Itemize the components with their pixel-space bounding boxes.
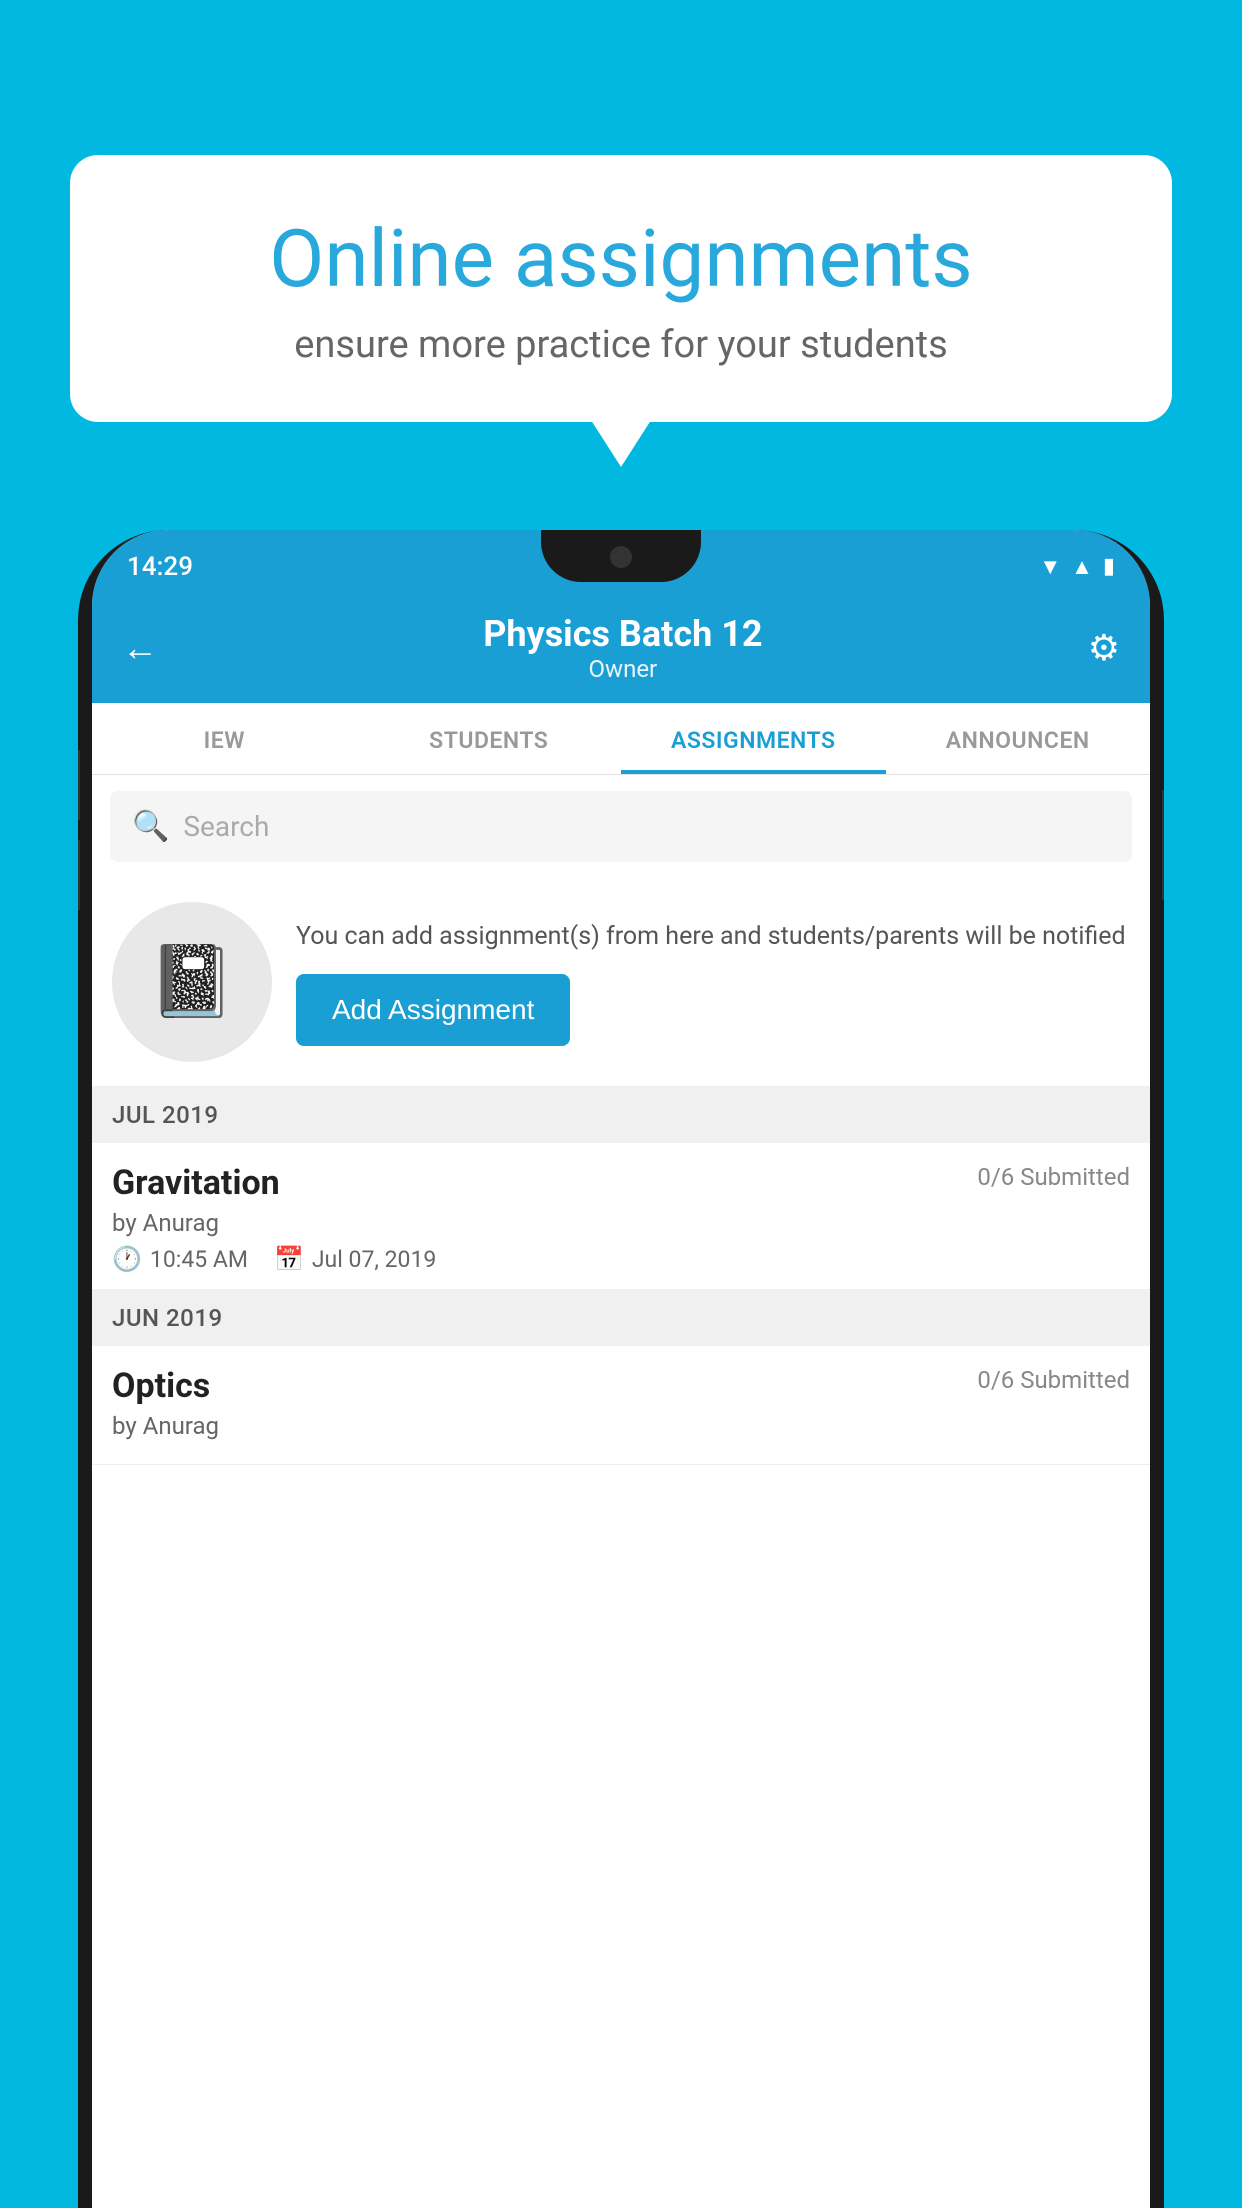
back-button[interactable]: ← <box>122 627 158 669</box>
assignment-optics-status: 0/6 Submitted <box>977 1366 1130 1394</box>
section-label-jun: JUN 2019 <box>112 1304 223 1332</box>
assignment-gravitation[interactable]: Gravitation 0/6 Submitted by Anurag 🕐 10… <box>92 1143 1150 1290</box>
power-button <box>1162 790 1164 900</box>
assignment-optics-top-row: Optics 0/6 Submitted <box>112 1366 1130 1406</box>
phone-frame: 14:29 ▼ ▲ ▮ ← Physics Batch 12 Owner ⚙ I… <box>78 530 1164 2208</box>
search-container: 🔍 Search <box>92 775 1150 878</box>
notebook-icon: 📓 <box>148 941 235 1023</box>
front-camera <box>610 546 632 568</box>
app-header: ← Physics Batch 12 Owner ⚙ <box>92 595 1150 703</box>
speech-bubble: Online assignments ensure more practice … <box>70 155 1172 422</box>
assignment-meta: 🕐 10:45 AM 📅 Jul 07, 2019 <box>112 1245 1130 1273</box>
signal-icon: ▲ <box>1071 554 1093 580</box>
tab-assignments[interactable]: ASSIGNMENTS <box>621 703 886 774</box>
clock-icon: 🕐 <box>112 1245 142 1273</box>
assignment-optics[interactable]: Optics 0/6 Submitted by Anurag <box>92 1346 1150 1465</box>
tab-students[interactable]: STUDENTS <box>357 703 622 774</box>
speech-bubble-wrapper: Online assignments ensure more practice … <box>70 155 1172 422</box>
tab-iew[interactable]: IEW <box>92 703 357 774</box>
search-bar[interactable]: 🔍 Search <box>110 791 1132 862</box>
promo-content: You can add assignment(s) from here and … <box>296 918 1130 1046</box>
battery-icon: ▮ <box>1103 554 1115 579</box>
volume-button-1 <box>78 750 80 820</box>
volume-button-2 <box>78 840 80 910</box>
tab-announcements[interactable]: ANNOUNCEN <box>886 703 1151 774</box>
section-label-jul: JUL 2019 <box>112 1101 219 1129</box>
promo-section: 📓 You can add assignment(s) from here an… <box>92 878 1150 1087</box>
search-input-placeholder[interactable]: Search <box>183 810 269 843</box>
assignment-time: 🕐 10:45 AM <box>112 1245 248 1273</box>
date-value: Jul 07, 2019 <box>312 1246 436 1273</box>
bubble-title: Online assignments <box>140 215 1102 303</box>
header-title: Physics Batch 12 <box>483 613 762 655</box>
wifi-icon: ▼ <box>1039 554 1061 580</box>
promo-icon-circle: 📓 <box>112 902 272 1062</box>
status-icons: ▼ ▲ ▮ <box>1039 554 1115 580</box>
phone-screen: 14:29 ▼ ▲ ▮ ← Physics Batch 12 Owner ⚙ I… <box>92 530 1150 2208</box>
assignment-status: 0/6 Submitted <box>977 1163 1130 1191</box>
assignment-optics-name: Optics <box>112 1366 210 1406</box>
assignment-name: Gravitation <box>112 1163 280 1203</box>
assignment-top-row: Gravitation 0/6 Submitted <box>112 1163 1130 1203</box>
assignment-date: 📅 Jul 07, 2019 <box>274 1245 436 1273</box>
content-area: 🔍 Search 📓 You can add assignment(s) fro… <box>92 775 1150 1465</box>
status-time: 14:29 <box>127 552 193 582</box>
time-value: 10:45 AM <box>150 1246 248 1273</box>
search-icon: 🔍 <box>132 809 169 844</box>
add-assignment-button[interactable]: Add Assignment <box>296 974 570 1046</box>
bubble-subtitle: ensure more practice for your students <box>140 323 1102 367</box>
promo-text: You can add assignment(s) from here and … <box>296 918 1130 956</box>
settings-button[interactable]: ⚙ <box>1088 627 1120 669</box>
header-subtitle: Owner <box>483 655 762 683</box>
phone-notch <box>541 530 701 582</box>
calendar-icon: 📅 <box>274 1245 304 1273</box>
header-center: Physics Batch 12 Owner <box>483 613 762 683</box>
assignment-optics-by: by Anurag <box>112 1412 1130 1440</box>
section-jun-2019: JUN 2019 <box>92 1290 1150 1346</box>
section-jul-2019: JUL 2019 <box>92 1087 1150 1143</box>
tabs-bar: IEW STUDENTS ASSIGNMENTS ANNOUNCEN <box>92 703 1150 775</box>
assignment-by: by Anurag <box>112 1209 1130 1237</box>
